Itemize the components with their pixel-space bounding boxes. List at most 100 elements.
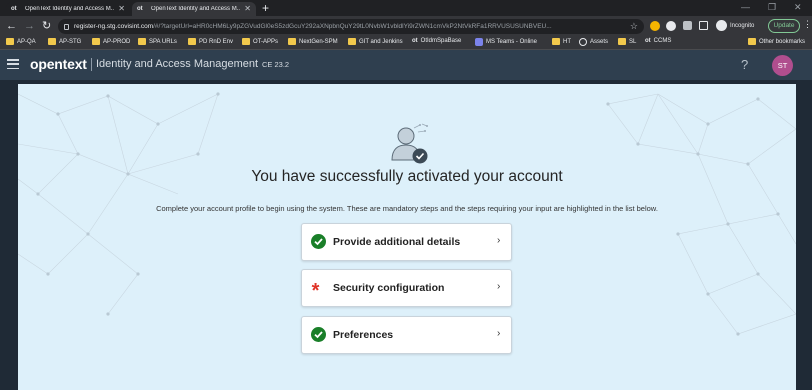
check-circle-icon	[311, 234, 326, 249]
bookmark-item[interactable]: ot OtIdmSpaBase	[412, 38, 461, 44]
opentext-favicon-icon: ot	[11, 6, 17, 12]
bookmark-label: SPA URLs	[149, 38, 177, 45]
bookmark-label: Other bookmarks	[759, 38, 806, 45]
side-panel-icon[interactable]	[699, 21, 708, 30]
bookmark-label: SL	[629, 38, 637, 45]
browser-tab[interactable]: ot OpenText Identity and Access M... ✕	[6, 2, 130, 16]
bookmark-item[interactable]: Assets	[579, 38, 608, 46]
address-bar[interactable]: register-ng.stg.covisint.com/#/?targetUr…	[58, 19, 644, 34]
bookmark-label: NextGen-SPM	[299, 38, 338, 45]
folder-icon	[618, 38, 626, 45]
extensions-puzzle-icon[interactable]	[683, 21, 692, 30]
close-window-icon[interactable]: ✕	[794, 0, 802, 14]
minimize-icon[interactable]: —	[741, 0, 750, 14]
user-verified-icon	[391, 123, 428, 164]
url-host: register-ng.stg.covisint.com	[74, 23, 154, 30]
forward-arrow-icon[interactable]: →	[24, 19, 35, 33]
chevron-right-icon: ›	[497, 281, 501, 292]
folder-icon	[48, 38, 56, 45]
tab-title: OpenText Identity and Access M...	[151, 6, 241, 12]
bookmark-item[interactable]: ot CCMS	[645, 38, 671, 44]
update-button[interactable]: Update	[768, 19, 800, 33]
bookmark-label: CCMS	[653, 38, 672, 44]
back-arrow-icon[interactable]: ←	[6, 19, 17, 33]
logo-divider	[91, 58, 92, 71]
step-preferences[interactable]: Preferences ›	[301, 316, 512, 354]
globe-icon	[579, 38, 587, 46]
page-subtitle: Complete your account profile to begin u…	[156, 204, 658, 213]
step-label: Preferences	[333, 329, 394, 341]
url-text[interactable]: register-ng.stg.covisint.com/#/?targetUr…	[74, 23, 625, 30]
folder-icon	[188, 38, 196, 45]
bookmark-item[interactable]: OT-APPs	[242, 38, 278, 45]
folder-icon	[138, 38, 146, 45]
bookmark-item[interactable]: AP-STG	[48, 38, 81, 45]
incognito-indicator[interactable]: Incognito	[716, 20, 754, 31]
bookmark-item[interactable]: GIT and Jenkins	[348, 38, 403, 45]
opentext-favicon-icon: ot	[645, 38, 651, 44]
folder-icon	[242, 38, 250, 45]
bookmark-item[interactable]: MS Teams - Online	[475, 38, 537, 46]
bookmark-label: GIT and Jenkins	[359, 38, 403, 45]
browser-tab-strip: ot OpenText Identity and Access M... ✕ o…	[0, 0, 812, 16]
bookmark-item[interactable]: NextGen-SPM	[288, 38, 338, 45]
bookmark-label: HT	[563, 38, 571, 45]
teams-icon	[475, 38, 483, 46]
activation-card: You have successfully activated your acc…	[18, 84, 796, 390]
bookmark-item[interactable]: SL	[618, 38, 636, 45]
opentext-favicon-icon: ot	[137, 6, 143, 12]
maximize-icon[interactable]: ❐	[768, 0, 776, 14]
bookmark-label: OtIdmSpaBase	[420, 38, 462, 44]
app-header: opentext Identity and Access Management …	[0, 50, 812, 80]
help-icon[interactable]: ?	[741, 57, 748, 72]
lock-icon[interactable]	[64, 23, 69, 30]
url-path: /#/?targetUrl=aHR0cHM6Ly9pZGVudGl0eS5zdG…	[153, 23, 552, 30]
bookmark-item[interactable]: AP-QA	[6, 38, 36, 45]
reload-icon[interactable]: ↻	[42, 19, 51, 33]
step-label: Security configuration	[333, 282, 445, 294]
folder-icon	[92, 38, 100, 45]
bookmark-star-icon[interactable]: ☆	[630, 21, 638, 32]
bookmark-item[interactable]: AP-PROD	[92, 38, 130, 45]
content-area: You have successfully activated your acc…	[0, 80, 812, 390]
new-tab-button[interactable]: +	[262, 0, 269, 16]
bookmark-item[interactable]: HT	[552, 38, 571, 45]
close-tab-icon[interactable]: ✕	[244, 5, 251, 13]
check-circle-icon	[311, 327, 326, 342]
chevron-right-icon: ›	[497, 328, 501, 339]
close-tab-icon[interactable]: ✕	[118, 5, 125, 13]
opentext-favicon-icon: ot	[412, 38, 418, 44]
hamburger-menu-icon[interactable]	[7, 59, 19, 69]
opentext-logo[interactable]: opentext	[30, 56, 87, 72]
folder-icon	[288, 38, 296, 45]
bookmark-item[interactable]: Other bookmarks	[748, 38, 805, 45]
required-asterisk-icon: *	[311, 280, 320, 302]
folder-icon	[348, 38, 356, 45]
bookmark-item[interactable]: PD RnD Env	[188, 38, 233, 45]
browser-toolbar: ← → ↻ register-ng.stg.covisint.com/#/?ta…	[0, 16, 812, 36]
app-name: Identity and Access Management	[96, 58, 259, 70]
chevron-right-icon: ›	[497, 235, 501, 246]
more-menu-icon[interactable]: ⋮	[803, 19, 812, 30]
incognito-icon	[716, 20, 727, 31]
extension-icon[interactable]	[666, 21, 676, 31]
folder-icon	[748, 38, 756, 45]
page-title: You have successfully activated your acc…	[251, 168, 563, 185]
bookmark-label: PD RnD Env	[199, 38, 234, 45]
step-label: Provide additional details	[333, 236, 461, 248]
app-version: CE 23.2	[262, 60, 290, 69]
extension-icon[interactable]	[650, 21, 660, 31]
bookmark-label: AP-PROD	[103, 38, 131, 45]
bookmarks-bar: AP-QA AP-STG AP-PROD SPA URLs PD RnD Env…	[0, 36, 812, 50]
step-provide-additional-details[interactable]: Provide additional details ›	[301, 223, 512, 261]
browser-tab-active[interactable]: ot OpenText Identity and Access M... ✕	[132, 2, 256, 16]
user-avatar[interactable]: ST	[772, 55, 793, 76]
bookmark-label: OT-APPs	[253, 38, 279, 45]
tab-title: OpenText Identity and Access M...	[25, 6, 115, 12]
step-security-configuration[interactable]: * Security configuration ›	[301, 269, 512, 307]
folder-icon	[6, 38, 14, 45]
folder-icon	[552, 38, 560, 45]
bookmark-item[interactable]: SPA URLs	[138, 38, 177, 45]
incognito-label: Incognito	[730, 22, 755, 29]
bookmark-label: AP-STG	[59, 38, 82, 45]
